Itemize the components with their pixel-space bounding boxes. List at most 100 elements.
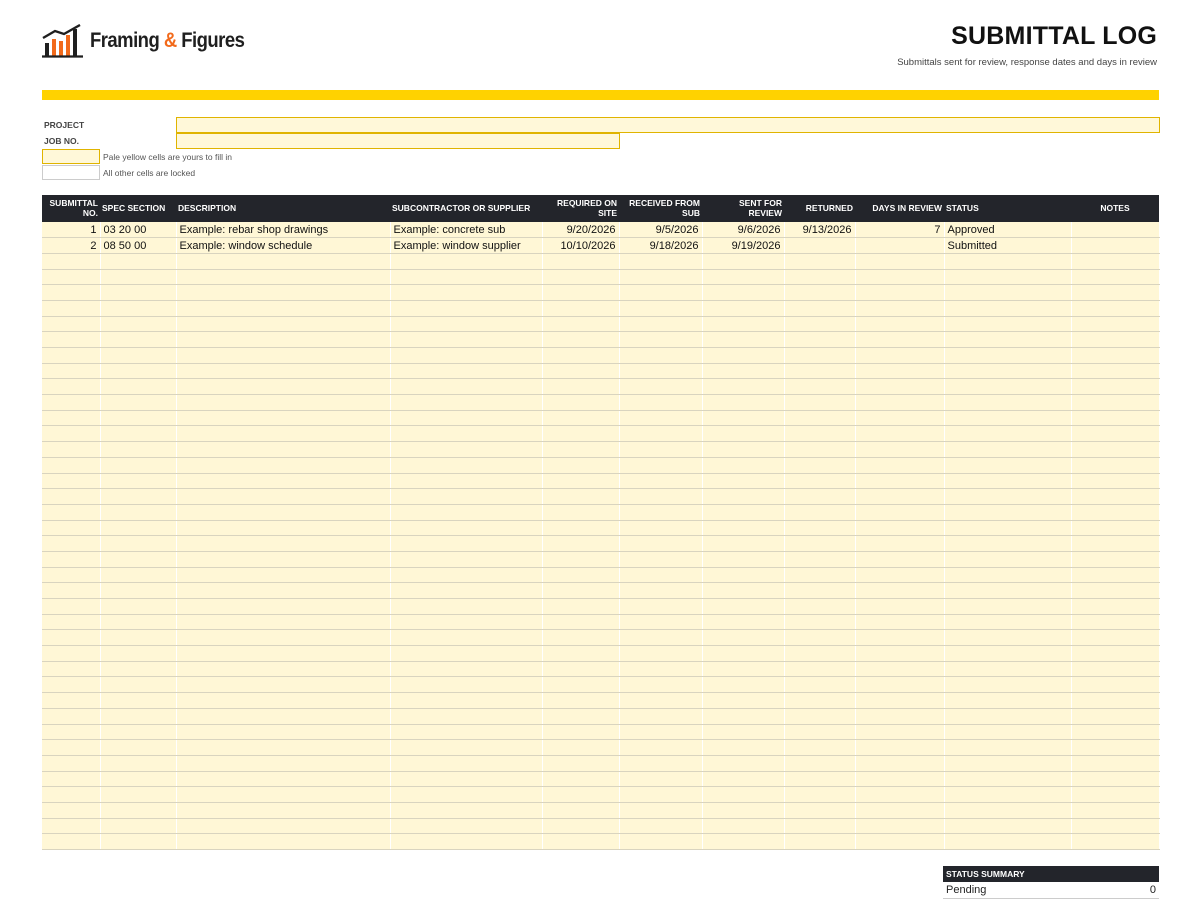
table-cell[interactable] (542, 661, 620, 678)
table-cell[interactable] (42, 473, 101, 490)
table-cell[interactable] (784, 410, 856, 427)
table-cell[interactable] (176, 520, 391, 537)
table-cell[interactable] (390, 394, 543, 411)
table-cell[interactable] (42, 833, 101, 850)
table-cell[interactable] (542, 786, 620, 803)
table-cell[interactable] (944, 818, 1072, 835)
table-cell[interactable] (42, 394, 101, 411)
table-cell[interactable] (784, 802, 856, 819)
table-cell[interactable] (784, 567, 856, 584)
table-cell[interactable] (176, 253, 391, 270)
table-cell[interactable] (619, 739, 703, 756)
table-cell[interactable] (1071, 316, 1160, 333)
table-cell[interactable] (1071, 473, 1160, 490)
table-cell[interactable] (619, 473, 703, 490)
table-cell[interactable] (784, 692, 856, 709)
table-cell[interactable] (784, 504, 856, 521)
table-cell[interactable] (100, 802, 177, 819)
table-cell[interactable]: 08 50 00 (100, 237, 177, 254)
table-cell[interactable] (42, 331, 101, 348)
table-cell[interactable] (542, 394, 620, 411)
table-cell[interactable] (100, 551, 177, 568)
table-cell[interactable] (855, 237, 945, 254)
table-cell[interactable] (784, 598, 856, 615)
table-cell[interactable] (176, 410, 391, 427)
table-cell[interactable] (100, 614, 177, 631)
table-cell[interactable] (176, 441, 391, 458)
table-cell[interactable] (390, 818, 543, 835)
table-cell[interactable] (42, 724, 101, 741)
table-cell[interactable] (176, 614, 391, 631)
table-cell[interactable] (176, 457, 391, 474)
table-cell[interactable] (390, 347, 543, 364)
table-cell[interactable] (944, 708, 1072, 725)
table-cell[interactable] (619, 629, 703, 647)
table-cell[interactable] (176, 363, 391, 380)
table-cell[interactable] (42, 300, 101, 317)
table-cell[interactable] (784, 331, 856, 348)
table-cell[interactable] (100, 457, 177, 474)
job-number-input[interactable] (176, 133, 620, 149)
table-cell[interactable] (784, 614, 856, 631)
table-cell[interactable] (702, 802, 785, 819)
table-cell[interactable] (619, 410, 703, 427)
table-cell[interactable] (855, 802, 945, 819)
table-cell[interactable] (390, 504, 543, 521)
table-cell[interactable] (784, 316, 856, 333)
table-cell[interactable] (855, 269, 945, 286)
table-cell[interactable] (176, 661, 391, 678)
table-cell[interactable] (944, 410, 1072, 427)
table-cell[interactable] (100, 394, 177, 411)
table-cell[interactable] (702, 692, 785, 709)
table-cell[interactable] (702, 629, 785, 647)
table-cell[interactable] (944, 582, 1072, 599)
table-cell[interactable] (619, 551, 703, 568)
table-cell[interactable] (100, 425, 177, 443)
table-cell[interactable]: 9/19/2026 (702, 237, 785, 254)
table-cell[interactable] (855, 457, 945, 474)
table-cell[interactable] (390, 488, 543, 505)
table-cell[interactable] (619, 394, 703, 411)
table-cell[interactable] (42, 425, 101, 443)
table-cell[interactable] (542, 818, 620, 835)
table-cell[interactable]: 9/5/2026 (619, 222, 703, 239)
table-cell[interactable] (702, 724, 785, 741)
table-cell[interactable] (944, 739, 1072, 756)
table-cell[interactable] (100, 771, 177, 788)
table-cell[interactable] (702, 504, 785, 521)
table-cell[interactable] (542, 535, 620, 552)
table-cell[interactable] (1071, 488, 1160, 505)
table-cell[interactable] (1071, 394, 1160, 411)
table-cell[interactable]: 9/13/2026 (784, 222, 856, 239)
table-cell[interactable] (702, 425, 785, 443)
table-cell[interactable] (42, 739, 101, 756)
table-cell[interactable] (855, 410, 945, 427)
table-cell[interactable] (784, 237, 856, 254)
table-cell[interactable] (784, 300, 856, 317)
project-input[interactable] (176, 117, 1160, 133)
table-cell[interactable] (944, 598, 1072, 615)
table-cell[interactable] (1071, 269, 1160, 286)
table-cell[interactable] (390, 629, 543, 647)
table-cell[interactable] (176, 833, 391, 850)
table-cell[interactable] (1071, 253, 1160, 270)
table-cell[interactable] (390, 771, 543, 788)
table-cell[interactable] (784, 786, 856, 803)
table-cell[interactable] (390, 661, 543, 678)
table-cell[interactable] (702, 676, 785, 694)
table-cell[interactable] (100, 567, 177, 584)
table-cell[interactable] (542, 410, 620, 427)
table-cell[interactable] (1071, 457, 1160, 474)
table-cell[interactable] (702, 645, 785, 662)
table-cell[interactable] (1071, 410, 1160, 427)
table-cell[interactable] (390, 520, 543, 537)
table-cell[interactable] (100, 755, 177, 772)
table-cell[interactable] (176, 645, 391, 662)
table-cell[interactable] (944, 692, 1072, 709)
table-cell[interactable] (542, 567, 620, 584)
table-cell[interactable] (542, 708, 620, 725)
table-cell[interactable] (784, 676, 856, 694)
table-cell[interactable] (42, 269, 101, 286)
table-cell[interactable] (542, 755, 620, 772)
table-cell[interactable] (542, 771, 620, 788)
